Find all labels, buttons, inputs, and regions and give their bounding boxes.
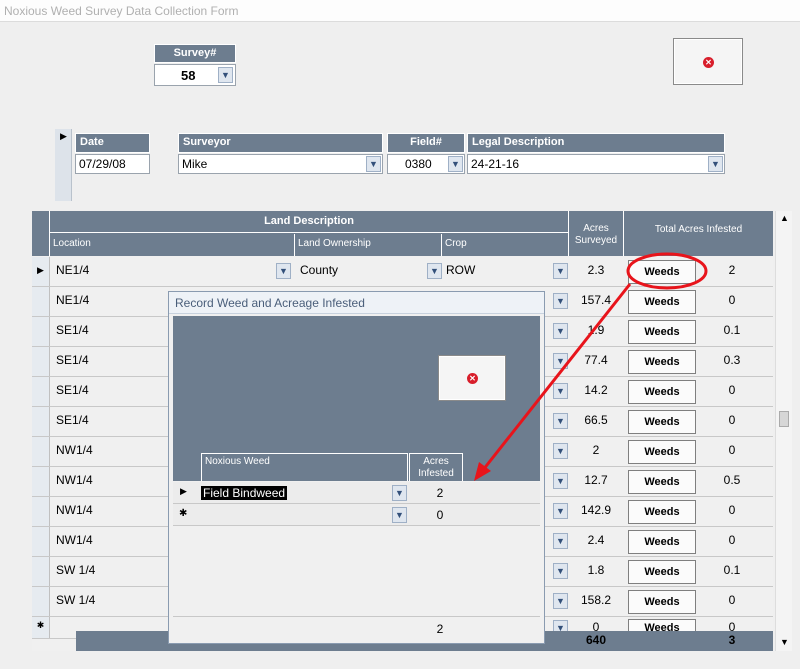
annotation-arrow: [481, 283, 632, 471]
annotation-overlay: [474, 252, 708, 481]
annotation-ellipse: [626, 252, 708, 290]
